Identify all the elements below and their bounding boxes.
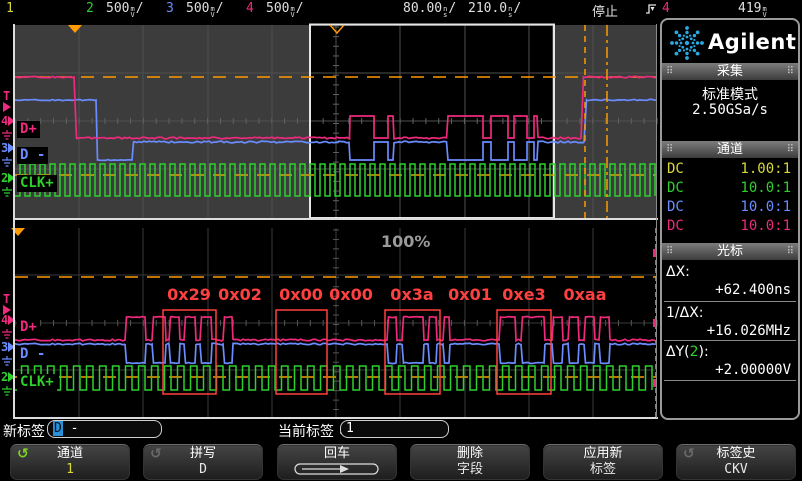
- softkey-delete-field-value: 字段: [410, 462, 530, 478]
- ch2-status-num: 2: [86, 1, 94, 16]
- decoded-byte-label: 0x3a: [390, 285, 433, 304]
- channel-marker-number: 3: [1, 340, 8, 354]
- unit-mv: mV: [290, 6, 294, 18]
- trigger-level: 419mV: [738, 1, 768, 18]
- separator: [664, 340, 796, 341]
- ch2-scale: 500mV/: [106, 1, 144, 18]
- cycle-icon: ↺: [17, 446, 29, 462]
- run-state: 停止: [592, 1, 618, 20]
- decoded-byte-label: 0x29: [167, 285, 211, 304]
- channels-header: ⠿ 通道 ⠿: [662, 141, 798, 158]
- zoom-percentage: 100%: [381, 232, 430, 251]
- channel-label: CLK+: [17, 374, 57, 391]
- inv-delta-x-value: +16.026MHz: [707, 323, 791, 339]
- channel-marker-number: 2: [1, 370, 8, 384]
- delta-x-label: ΔX:: [666, 264, 690, 280]
- current-label-input[interactable]: 1: [340, 420, 449, 438]
- brand-name: Agilent: [708, 30, 796, 54]
- ch1-coupling-row: DC1.00:1: [662, 161, 798, 179]
- text-cursor: D: [53, 421, 63, 436]
- delta-x-value: +62.400ns: [715, 282, 791, 298]
- decoded-byte-label: 0x00: [329, 285, 373, 304]
- drag-handle-icon: ⠿: [666, 244, 673, 259]
- decoded-byte-label: 0x02: [218, 285, 262, 304]
- softkey-enter[interactable]: 回车: [277, 444, 397, 480]
- graticule-mid-border: [13, 218, 658, 220]
- softkey-spell[interactable]: ↺拼写 D: [143, 444, 263, 480]
- softkey-apply-label[interactable]: 应用新 标签: [543, 444, 663, 480]
- drag-handle-icon: ⠿: [787, 142, 794, 157]
- trigger-source: 4: [662, 1, 670, 16]
- decoded-byte-label: 0xaa: [563, 285, 606, 304]
- trigger-edge-icon: [644, 2, 658, 16]
- cursors-header: ⠿ 光标 ⠿: [662, 243, 798, 260]
- separator: [664, 301, 796, 302]
- timebase-readout: 80.00ns/: [403, 1, 456, 18]
- softkey-spell-value: D: [143, 462, 263, 478]
- channel-label: CLK+: [17, 175, 57, 192]
- oscilloscope-screen: 1 2 500mV/ 3 500mV/ 4 500mV/ 80.00ns/ 21…: [0, 0, 802, 481]
- ch4-coupling-row: DC10.0:1: [662, 218, 798, 236]
- ch1-status: 1: [6, 1, 14, 16]
- drag-handle-icon: ⠿: [666, 142, 673, 157]
- separator: [664, 380, 796, 381]
- sample-rate: 2.50GSa/s: [662, 102, 798, 118]
- drag-handle-icon: ⠿: [666, 64, 673, 79]
- softkey-apply-label-value: 标签: [543, 462, 663, 478]
- decoded-byte-label: 0xe3: [502, 285, 545, 304]
- softkey-label-history-value: CKV: [676, 462, 796, 478]
- drag-handle-icon: ⠿: [787, 244, 794, 259]
- agilent-starburst-icon: [668, 24, 706, 62]
- unit-ns: ns: [443, 6, 447, 18]
- channel-label: D+: [17, 121, 40, 138]
- unit-mv: mV: [130, 6, 134, 18]
- unit-mv: mV: [762, 6, 766, 18]
- acquisition-header: ⠿ 采集 ⠿: [662, 63, 798, 80]
- trigger-level-marker: T: [3, 292, 10, 306]
- ch3-status-num: 3: [166, 1, 174, 16]
- channel-marker-number: 2: [1, 171, 8, 185]
- new-label-input[interactable]: D -: [47, 420, 162, 438]
- softkey-label-history[interactable]: ↺标签史 CKV: [676, 444, 796, 480]
- trigger-level-marker: T: [3, 89, 10, 103]
- graticule-right-border: [656, 24, 657, 418]
- enter-arrow-icon: [277, 462, 397, 478]
- cycle-icon: ↺: [683, 446, 695, 462]
- channel-marker-number: 3: [1, 141, 8, 155]
- ch3-coupling-row: DC10.0:1: [662, 199, 798, 217]
- ch2-coupling-row: DC10.0:1: [662, 180, 798, 198]
- delta-y-label: ΔY(2):: [666, 344, 709, 360]
- cycle-icon: ↺: [150, 446, 162, 462]
- decoded-byte-label: 0x01: [448, 285, 492, 304]
- acquisition-mode: 标准模式: [662, 84, 798, 104]
- unit-ns: ns: [508, 6, 512, 18]
- info-panel: Agilent ⠿ 采集 ⠿ 标准模式 2.50GSa/s ⠿ 通道 ⠿ DC1…: [660, 18, 800, 420]
- delay-readout: 210.0ns/: [468, 1, 521, 18]
- graticule-left-border: [13, 24, 15, 418]
- drag-handle-icon: ⠿: [787, 64, 794, 79]
- unit-mv: mV: [210, 6, 214, 18]
- decoded-byte-label: 0x00: [279, 285, 323, 304]
- delta-y-value: +2.00000V: [715, 362, 791, 378]
- channel-label: D+: [17, 319, 40, 336]
- softkey-delete-field[interactable]: 删除 字段: [410, 444, 530, 480]
- graticule-bottom-border: [13, 417, 658, 419]
- softkey-channel-value: 1: [10, 462, 130, 478]
- ch4-scale: 500mV/: [266, 1, 304, 18]
- channel-label: D -: [17, 346, 48, 363]
- ch4-status-num: 4: [246, 1, 254, 16]
- inv-delta-x-label: 1/ΔX:: [666, 305, 704, 321]
- softkey-channel[interactable]: ↺通道 1: [10, 444, 130, 480]
- channel-marker-number: 4: [1, 114, 8, 128]
- channel-label: D -: [17, 147, 48, 164]
- channel-marker-number: 4: [1, 313, 8, 327]
- ch3-scale: 500mV/: [186, 1, 224, 18]
